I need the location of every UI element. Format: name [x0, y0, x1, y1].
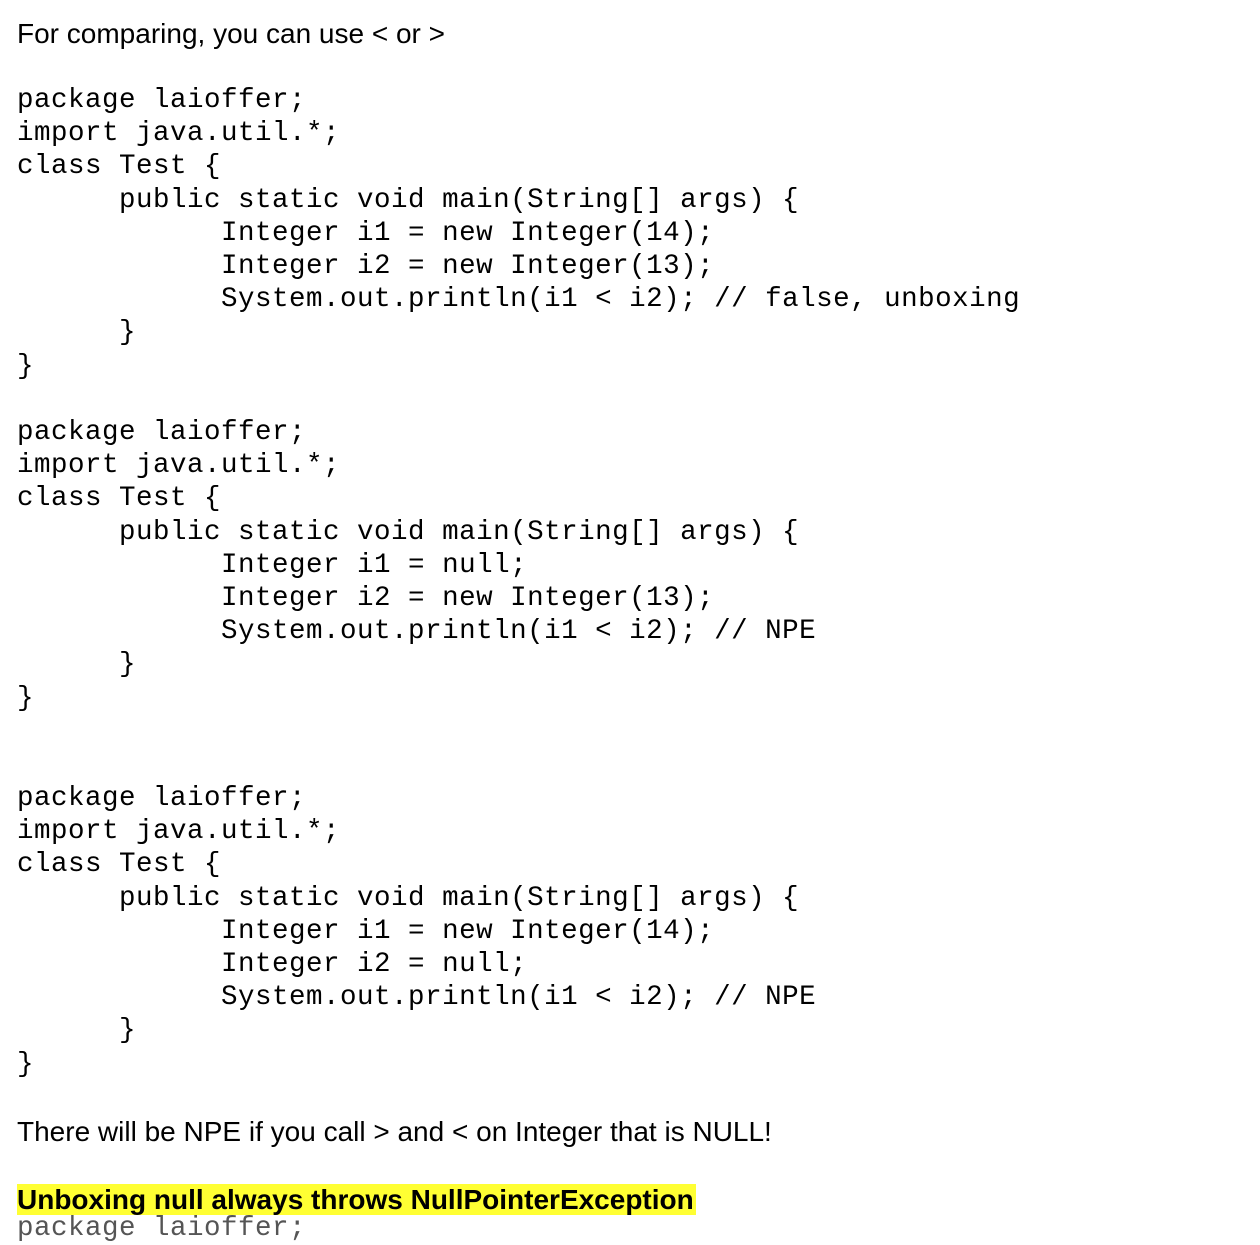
code-line: System.out.println(i1 < i2); // NPE — [17, 616, 817, 648]
code-line: } — [17, 1048, 35, 1080]
code-line: class Test { — [17, 483, 222, 515]
code-line: import java.util.*; — [17, 450, 341, 482]
code-line: import java.util.*; — [17, 816, 341, 848]
code-line: System.out.println(i1 < i2); // false, u… — [17, 284, 1021, 316]
code-line: Integer i2 = new Integer(13); — [17, 250, 715, 282]
code-block-1: package laioffer; import java.util.*; clas… — [17, 84, 1020, 383]
code-line: } — [17, 649, 137, 681]
code-line: System.out.println(i1 < i2); // NPE — [17, 982, 817, 1014]
code-line: public static void main(String[] args) { — [17, 184, 800, 216]
code-line: } — [17, 350, 35, 382]
code-line: Integer i1 = null; — [17, 549, 528, 581]
code-line: Integer i1 = new Integer(14); — [17, 915, 715, 947]
code-line: Integer i2 = new Integer(13); — [17, 582, 715, 614]
highlighted-text: Unboxing null always throws NullPointerE… — [17, 1184, 696, 1215]
code-line: } — [17, 1015, 137, 1047]
code-line: Integer i1 = new Integer(14); — [17, 217, 715, 249]
code-line: Integer i2 = null; — [17, 948, 528, 980]
cutoff-code-line: package laioffer; — [17, 1213, 307, 1244]
code-line: class Test { — [17, 849, 222, 881]
code-line: } — [17, 682, 35, 714]
code-line: package laioffer; — [17, 783, 307, 814]
code-line: } — [17, 317, 137, 349]
code-line: public static void main(String[] args) { — [17, 882, 800, 914]
code-block-3: package laioffer; import java.util.*; clas… — [17, 782, 816, 1081]
code-block-2: package laioffer; import java.util.*; clas… — [17, 416, 816, 715]
code-line: public static void main(String[] args) { — [17, 516, 800, 548]
npe-note: There will be NPE if you call > and < on… — [17, 1116, 772, 1147]
intro-text: For comparing, you can use < or > — [17, 18, 445, 49]
code-line: import java.util.*; — [17, 118, 341, 150]
code-line: package laioffer; — [17, 417, 307, 448]
code-line: class Test { — [17, 151, 222, 183]
code-line: package laioffer; — [17, 85, 307, 116]
